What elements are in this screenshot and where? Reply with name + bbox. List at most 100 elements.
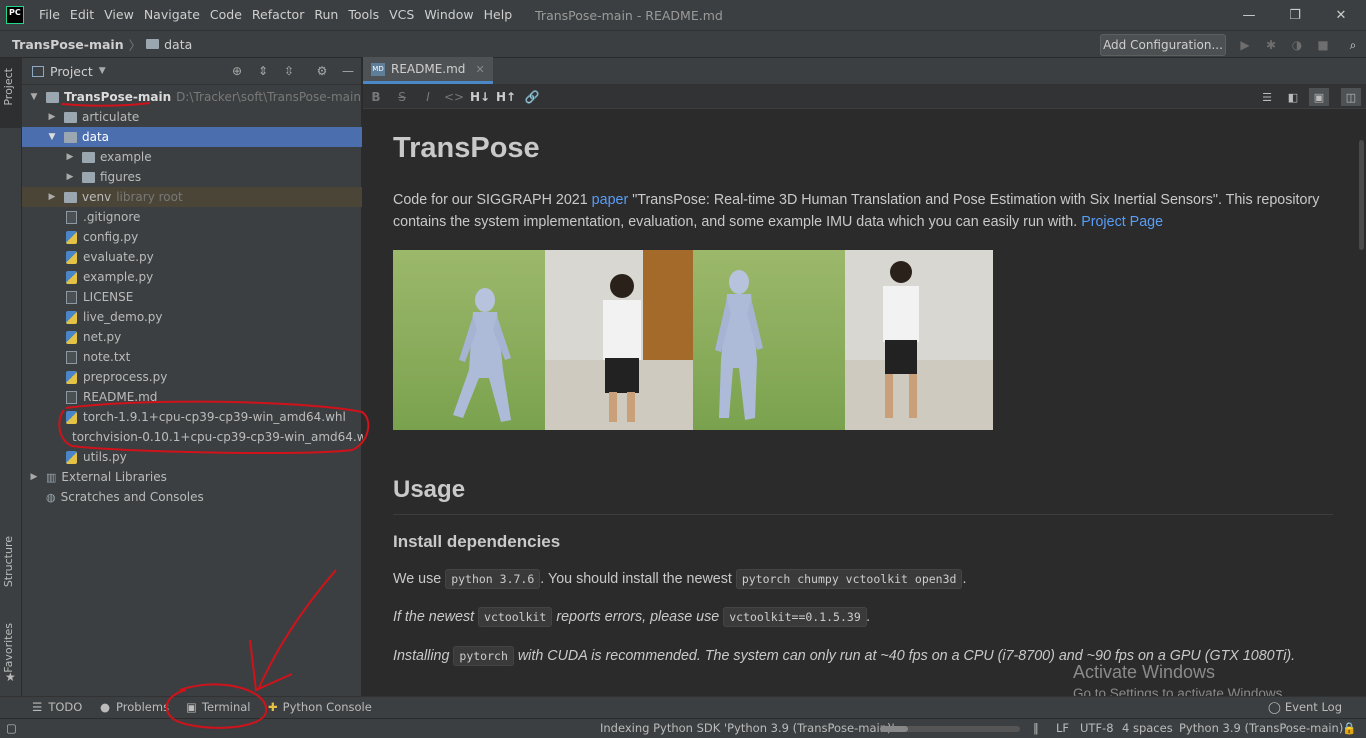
debug-icon[interactable]: ✱ (1264, 38, 1278, 52)
menu-tools[interactable]: Tools (343, 0, 384, 30)
tree-row[interactable]: preprocess.py (22, 367, 362, 387)
project-tool-tab[interactable]: Project (2, 68, 15, 106)
header-down-icon[interactable]: H↓ (467, 90, 493, 104)
tree-row[interactable]: ▶ articulate (22, 107, 362, 127)
tree-row[interactable]: ▶ ▥ External Libraries (22, 467, 362, 487)
tree-label: note.txt (83, 350, 131, 364)
python-file-icon (66, 250, 77, 264)
collapse-all-icon[interactable]: ⇳ (282, 64, 296, 78)
menu-window[interactable]: Window (419, 0, 478, 30)
window-icon[interactable]: ▢ (6, 721, 17, 735)
tree-row[interactable]: README.md (22, 387, 362, 407)
chevron-right-icon[interactable]: ▶ (64, 172, 76, 182)
link-icon[interactable]: 🔗 (519, 90, 545, 104)
italic-icon[interactable]: I (415, 90, 441, 104)
demo-image-render-2 (693, 250, 845, 430)
terminal-tab[interactable]: ▣ Terminal (186, 700, 250, 714)
run-icon[interactable]: ▶ (1238, 38, 1252, 52)
menu-vcs[interactable]: VCS (384, 0, 419, 30)
strikethrough-icon[interactable]: S (389, 90, 415, 104)
bold-icon[interactable]: B (363, 90, 389, 104)
tree-row[interactable]: torch-1.9.1+cpu-cp39-cp39-win_amd64.whl (22, 407, 362, 427)
file-encoding[interactable]: UTF-8 (1080, 721, 1114, 735)
tree-row[interactable]: live_demo.py (22, 307, 362, 327)
chevron-right-icon[interactable]: ▶ (64, 152, 76, 162)
favorites-tool-tab[interactable]: Favorites (2, 623, 15, 673)
stop-icon[interactable]: ■ (1316, 38, 1330, 52)
chevron-right-icon[interactable]: ▶ (46, 192, 58, 202)
menu-help[interactable]: Help (479, 0, 518, 30)
tree-row[interactable]: note.txt (22, 347, 362, 367)
readme-title: TransPose (393, 132, 540, 164)
locate-icon[interactable]: ⊕ (230, 64, 244, 78)
pause-icon[interactable]: ‖ (1033, 721, 1039, 735)
maximize-button[interactable]: ❐ (1272, 0, 1318, 30)
inline-code: pytorch chumpy vctoolkit open3d (735, 569, 963, 589)
chevron-down-icon[interactable]: ▼ (46, 132, 58, 142)
text-file-icon (66, 290, 77, 304)
header-up-icon[interactable]: H↑ (493, 90, 519, 104)
line-separator[interactable]: LF (1056, 721, 1069, 735)
chevron-right-icon[interactable]: ▶ (28, 472, 40, 482)
layout-icon[interactable]: ◫ (1341, 88, 1361, 106)
paper-link[interactable]: paper (592, 192, 629, 208)
split-view-icon[interactable]: ◧ (1283, 88, 1303, 106)
menu-file[interactable]: File (34, 0, 65, 30)
search-icon[interactable]: ⌕ (1346, 38, 1360, 52)
project-panel-title[interactable]: Project (50, 64, 93, 79)
tree-row[interactable]: example.py (22, 267, 362, 287)
chevron-down-icon[interactable]: ▼ (28, 92, 40, 102)
todo-tab[interactable]: ☰ TODO (32, 700, 82, 714)
event-log-tab[interactable]: ◯ Event Log (1268, 700, 1342, 714)
hide-panel-icon[interactable]: — (341, 64, 355, 78)
tree-row[interactable]: config.py (22, 227, 362, 247)
coverage-icon[interactable]: ◑ (1290, 38, 1304, 52)
tree-row[interactable]: net.py (22, 327, 362, 347)
tree-row[interactable]: utils.py (22, 447, 362, 467)
tree-label: data (82, 130, 110, 144)
menu-run[interactable]: Run (309, 0, 343, 30)
tree-row[interactable]: ◍ Scratches and Consoles (22, 487, 362, 507)
scrollbar-thumb[interactable] (1359, 140, 1364, 250)
chevron-right-icon[interactable]: ▶ (46, 112, 58, 122)
minimize-button[interactable]: — (1226, 0, 1272, 30)
tree-row[interactable]: torchvision-0.10.1+cpu-cp39-cp39-win_amd… (22, 427, 377, 447)
structure-tool-tab[interactable]: Structure (2, 536, 15, 587)
tree-row[interactable]: LICENSE (22, 287, 362, 307)
tree-row[interactable]: ▶ example (22, 147, 362, 167)
navigation-bar: TransPose-main 〉 data Add Configuration.… (0, 30, 1366, 58)
editor-only-icon[interactable]: ☰ (1257, 88, 1277, 106)
python-console-tab[interactable]: ✚ Python Console (268, 700, 372, 714)
tab-readme[interactable]: MD README.md ✕ (363, 57, 493, 84)
breadcrumb-project[interactable]: TransPose-main (12, 37, 124, 52)
breadcrumb-folder[interactable]: data (164, 37, 192, 52)
menu-refactor[interactable]: Refactor (247, 0, 309, 30)
menu-edit[interactable]: Edit (65, 0, 99, 30)
expand-all-icon[interactable]: ⇕ (256, 64, 270, 78)
chevron-down-icon[interactable]: ▼ (99, 66, 106, 76)
editor-tabs: MD README.md ✕ (363, 57, 1366, 85)
menu-view[interactable]: View (99, 0, 139, 30)
indent-setting[interactable]: 4 spaces (1122, 721, 1173, 735)
problems-tab[interactable]: ● Problems (100, 700, 169, 714)
project-page-link[interactable]: Project Page (1081, 214, 1163, 230)
gear-icon[interactable]: ⚙ (315, 64, 329, 78)
tree-label: evaluate.py (83, 250, 154, 264)
close-button[interactable]: ✕ (1318, 0, 1364, 30)
project-panel-header: Project ▼ ⊕ ⇕ ⇳ ⚙ — (22, 58, 361, 85)
markdown-file-icon (66, 390, 77, 404)
tree-row[interactable]: evaluate.py (22, 247, 362, 267)
tree-row[interactable]: .gitignore (22, 207, 362, 227)
text: We use (393, 571, 446, 587)
tree-row-venv[interactable]: ▶ venv library root (22, 187, 362, 207)
menu-navigate[interactable]: Navigate (139, 0, 205, 30)
tree-row-selected[interactable]: ▼ data (22, 127, 362, 147)
code-icon[interactable]: <> (441, 90, 467, 104)
tree-row[interactable]: ▶ figures (22, 167, 362, 187)
preview-only-icon[interactable]: ▣ (1309, 88, 1329, 106)
tree-row-root[interactable]: ▼ TransPose-main D:\Tracker\soft\TransPo… (22, 87, 362, 107)
menu-code[interactable]: Code (205, 0, 247, 30)
add-configuration-button[interactable]: Add Configuration... (1100, 34, 1226, 56)
close-tab-icon[interactable]: ✕ (475, 63, 484, 76)
python-interpreter[interactable]: Python 3.9 (TransPose-main) (1179, 721, 1343, 735)
